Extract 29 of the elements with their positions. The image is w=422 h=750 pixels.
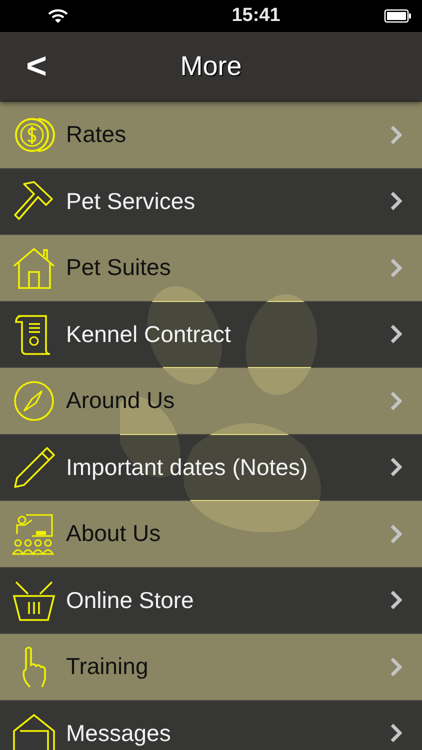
menu-item[interactable]: About Us: [0, 501, 422, 566]
chevron-right-icon: [390, 656, 402, 677]
menu-item[interactable]: Pet Suites: [0, 235, 422, 300]
menu-item[interactable]: Training: [0, 634, 422, 700]
menu-item[interactable]: Important dates (Notes): [0, 434, 422, 500]
menu-item[interactable]: Kennel Contract: [0, 302, 422, 367]
battery-icon: [384, 9, 412, 23]
menu-item[interactable]: Around Us: [0, 368, 422, 434]
chevron-right-icon: [390, 324, 402, 344]
menu-item[interactable]: Messages: [0, 700, 422, 750]
menu-item[interactable]: Rates: [0, 102, 422, 168]
chevron-right-icon: [390, 723, 402, 744]
status-time: 15:41: [232, 5, 280, 27]
chevron-right-icon: [390, 191, 402, 212]
house-icon: [12, 246, 56, 290]
back-button[interactable]: <: [20, 48, 54, 84]
chevron-right-icon: [390, 524, 402, 544]
chevron-right-icon: [390, 590, 402, 610]
wifi-icon: [48, 8, 68, 24]
chevron-right-icon: [390, 390, 402, 411]
menu-item[interactable]: Online Store: [0, 568, 422, 633]
menu-item[interactable]: Pet Services: [0, 168, 422, 234]
page-title: More: [180, 50, 242, 82]
chevron-right-icon: [390, 457, 402, 478]
compass-icon: [12, 378, 56, 423]
pencil-icon: [12, 445, 56, 490]
chevron-right-icon: [390, 124, 402, 145]
chevron-right-icon: [390, 258, 402, 278]
teacher-class-icon: [12, 512, 56, 556]
